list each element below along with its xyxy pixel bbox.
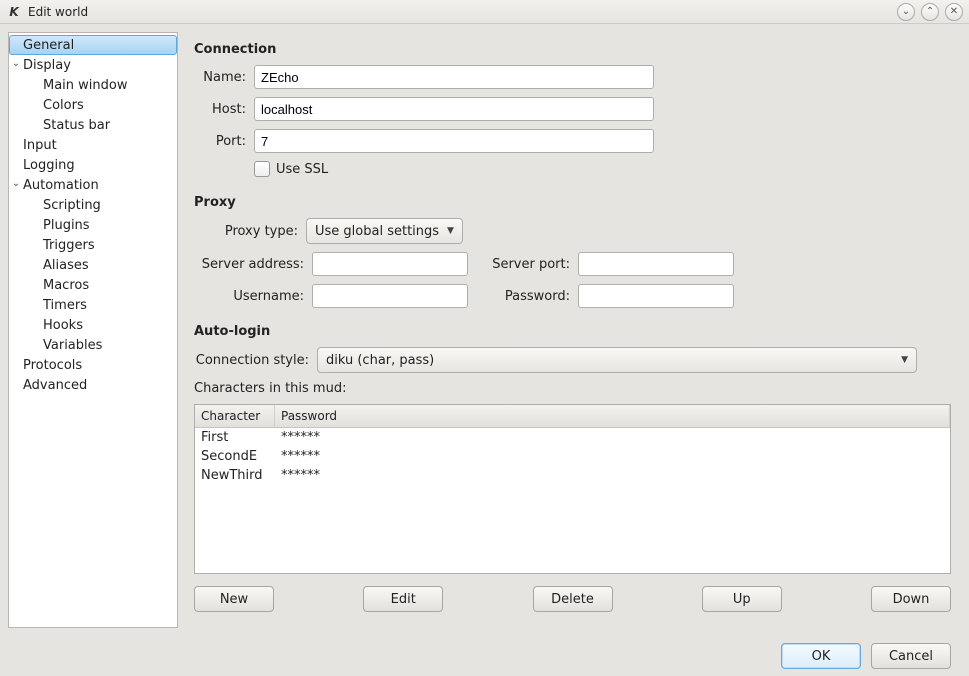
settings-tree[interactable]: General⌄DisplayMain windowColorsStatus b… (8, 32, 178, 628)
proxy-server-label: Server address: (194, 257, 304, 272)
proxy-user-input[interactable] (312, 284, 468, 308)
col-character[interactable]: Character (195, 405, 275, 427)
cell-password: ****** (281, 430, 944, 445)
section-connection: Connection (194, 42, 951, 57)
cancel-button[interactable]: Cancel (871, 643, 951, 669)
proxy-pass-input[interactable] (578, 284, 734, 308)
proxy-type-value: Use global settings (315, 224, 439, 239)
up-button[interactable]: Up (702, 586, 782, 612)
section-autologin: Auto-login (194, 324, 951, 339)
window-title: Edit world (28, 5, 88, 19)
tree-item-status-bar[interactable]: Status bar (9, 115, 177, 135)
close-icon[interactable]: ✕ (945, 3, 963, 21)
expander-icon[interactable]: ⌄ (11, 178, 21, 189)
tree-item-colors[interactable]: Colors (9, 95, 177, 115)
conn-style-dropdown[interactable]: diku (char, pass) ▼ (317, 347, 917, 373)
col-password[interactable]: Password (275, 405, 950, 427)
dialog-footer: OK Cancel (0, 636, 969, 676)
tree-item-automation[interactable]: Automation (9, 175, 177, 195)
proxy-port-input[interactable] (578, 252, 734, 276)
down-button[interactable]: Down (871, 586, 951, 612)
tree-item-variables[interactable]: Variables (9, 335, 177, 355)
tree-item-input[interactable]: Input (9, 135, 177, 155)
port-label: Port: (194, 134, 246, 149)
table-row[interactable]: SecondE****** (195, 447, 950, 466)
tree-item-advanced[interactable]: Advanced (9, 375, 177, 395)
new-button[interactable]: New (194, 586, 274, 612)
tree-item-triggers[interactable]: Triggers (9, 235, 177, 255)
host-input[interactable] (254, 97, 654, 121)
proxy-type-dropdown[interactable]: Use global settings ▼ (306, 218, 463, 244)
table-row[interactable]: NewThird****** (195, 466, 950, 485)
expander-icon[interactable]: ⌄ (11, 58, 21, 69)
port-input[interactable] (254, 129, 654, 153)
app-icon: K (6, 4, 22, 20)
cell-character: NewThird (201, 468, 281, 483)
ssl-checkbox[interactable] (254, 161, 270, 177)
minimize-icon[interactable]: ⌄ (897, 3, 915, 21)
tree-item-aliases[interactable]: Aliases (9, 255, 177, 275)
proxy-server-input[interactable] (312, 252, 468, 276)
chevron-down-icon: ▼ (447, 226, 454, 236)
proxy-user-label: Username: (194, 289, 304, 304)
maximize-icon[interactable]: ⌃ (921, 3, 939, 21)
proxy-type-label: Proxy type: (194, 224, 298, 239)
conn-style-label: Connection style: (194, 353, 309, 368)
chevron-down-icon: ▼ (901, 355, 908, 365)
ssl-label: Use SSL (276, 162, 328, 177)
tree-item-main-window[interactable]: Main window (9, 75, 177, 95)
tree-item-scripting[interactable]: Scripting (9, 195, 177, 215)
cell-password: ****** (281, 449, 944, 464)
tree-item-macros[interactable]: Macros (9, 275, 177, 295)
cell-password: ****** (281, 468, 944, 483)
delete-button[interactable]: Delete (533, 586, 613, 612)
settings-panel: Connection Name: Host: Port: Use SSL Pro… (190, 32, 961, 628)
cell-character: First (201, 430, 281, 445)
characters-table[interactable]: Character Password First******SecondE***… (194, 404, 951, 574)
name-input[interactable] (254, 65, 654, 89)
tree-item-display[interactable]: Display (9, 55, 177, 75)
tree-item-timers[interactable]: Timers (9, 295, 177, 315)
tree-item-protocols[interactable]: Protocols (9, 355, 177, 375)
proxy-port-label: Server port: (480, 257, 570, 272)
host-label: Host: (194, 102, 246, 117)
titlebar: K Edit world ⌄ ⌃ ✕ (0, 0, 969, 24)
tree-item-logging[interactable]: Logging (9, 155, 177, 175)
tree-item-plugins[interactable]: Plugins (9, 215, 177, 235)
ok-button[interactable]: OK (781, 643, 861, 669)
cell-character: SecondE (201, 449, 281, 464)
conn-style-value: diku (char, pass) (326, 353, 434, 368)
section-proxy: Proxy (194, 195, 951, 210)
proxy-pass-label: Password: (480, 289, 570, 304)
edit-button[interactable]: Edit (363, 586, 443, 612)
tree-item-hooks[interactable]: Hooks (9, 315, 177, 335)
name-label: Name: (194, 70, 246, 85)
tree-item-general[interactable]: General (9, 35, 177, 55)
characters-label: Characters in this mud: (194, 381, 951, 396)
table-row[interactable]: First****** (195, 428, 950, 447)
table-header: Character Password (195, 405, 950, 428)
